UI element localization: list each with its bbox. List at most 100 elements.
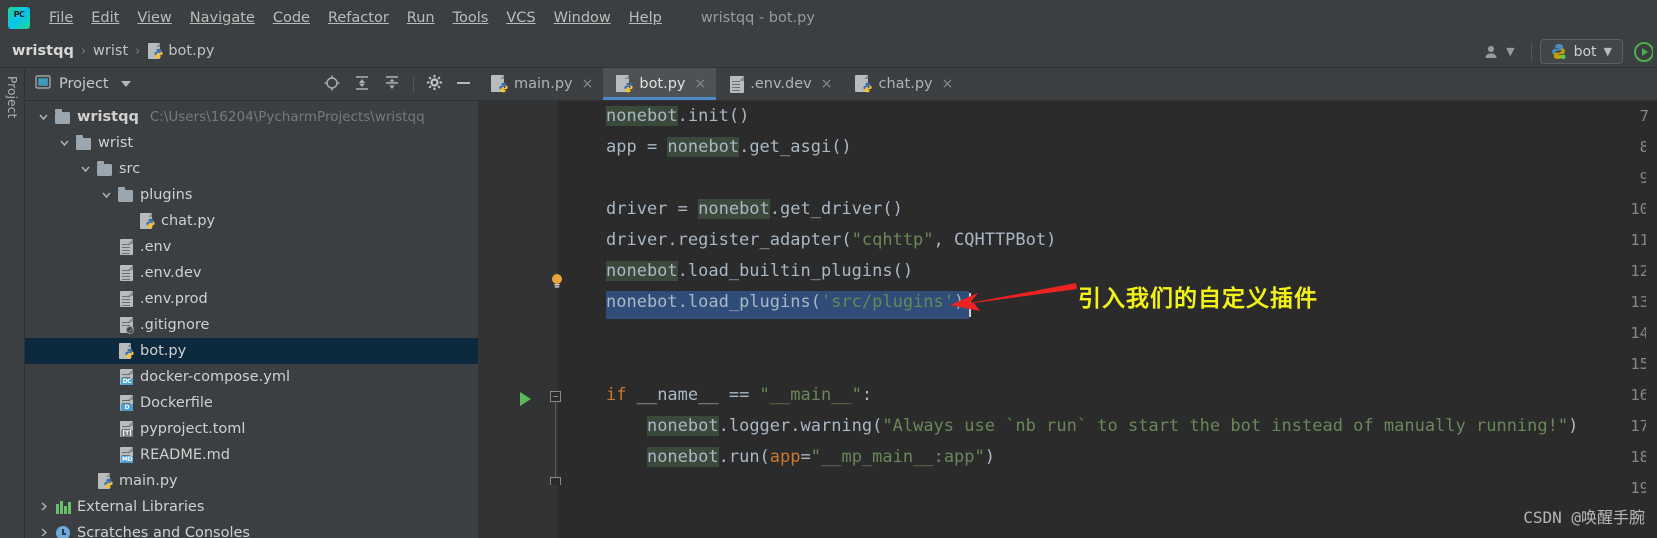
python-snake-glyph — [154, 48, 163, 59]
menu-item-help[interactable]: Help — [620, 7, 671, 29]
editor-tab-main-py[interactable]: main.py × — [478, 68, 603, 100]
menu-item-run[interactable]: Run — [398, 7, 444, 29]
editor-tab-close-icon[interactable]: × — [695, 77, 707, 91]
code-token-loggerwarning-l17: .logger.warning( — [718, 416, 883, 436]
code-token-main-string-l16: "__main__" — [759, 385, 862, 405]
code-token-equals-l18: = — [800, 447, 811, 467]
tree-item-scratches-and-consoles[interactable]: Scratches and Consoles — [25, 520, 478, 538]
tree-item-pyproject-toml[interactable]: [T] pyproject.toml — [25, 416, 478, 442]
locate-file-icon[interactable] — [323, 74, 341, 96]
pycharm-logo-icon — [8, 6, 30, 29]
python-file-icon — [139, 213, 156, 230]
code-token-loadbuiltin-l12: .load_builtin_plugins() — [677, 261, 914, 281]
code-line-13[interactable]: nonebot.load_plugins('src/plugins') — [606, 287, 964, 318]
tree-item-env[interactable]: .env — [25, 234, 478, 260]
code-line-12[interactable]: nonebot.load_builtin_plugins() — [606, 256, 913, 287]
menu-item-code[interactable]: Code — [264, 7, 319, 29]
tree-item-label: .gitignore — [140, 317, 210, 333]
menu-item-edit[interactable]: Edit — [82, 7, 128, 29]
run-button[interactable] — [1631, 41, 1654, 63]
editor-tab-env-dev[interactable]: .env.dev × — [716, 68, 842, 100]
code-line-7[interactable]: nonebot.init() — [606, 101, 749, 132]
tree-item-main-py[interactable]: main.py — [25, 468, 478, 494]
code-line-10[interactable]: driver = nonebot.get_driver() — [606, 194, 903, 225]
menu-navigate-label: Navigate — [189, 9, 255, 26]
folder-icon — [118, 187, 135, 204]
menu-item-tools[interactable]: Tools — [444, 7, 498, 29]
user-account-button[interactable]: ▼ — [1476, 41, 1522, 63]
editor-tab-bot-py[interactable]: bot.py × — [603, 68, 717, 100]
code-line-17[interactable]: nonebot.logger.warning("Always use `nb r… — [606, 411, 1578, 442]
tree-item-bot-py[interactable]: bot.py — [25, 338, 478, 364]
python-file-icon — [615, 75, 633, 93]
tree-item-wrist[interactable]: wrist — [25, 130, 478, 156]
user-caret-icon: ▼ — [1506, 45, 1515, 58]
badged-file-icon: D — [118, 395, 135, 412]
tree-item-readme-md[interactable]: MD README.md — [25, 442, 478, 468]
tree-item-docker-compose-yml[interactable]: DC docker-compose.yml — [25, 364, 478, 390]
tree-chevron-icon[interactable] — [77, 163, 93, 176]
navbar-right-controls: ▼ bot ▼ — [1476, 35, 1657, 68]
breadcrumb-wristqq[interactable]: wristqq — [12, 43, 74, 59]
code-line-16[interactable]: if __name__ == "__main__": — [606, 380, 872, 411]
editor-tab-close-icon[interactable]: × — [582, 77, 594, 91]
tree-item-env-prod[interactable]: .env.prod — [25, 286, 478, 312]
tree-item-dockerfile[interactable]: D Dockerfile — [25, 390, 478, 416]
tree-item-label: pyproject.toml — [140, 421, 246, 437]
expand-all-icon[interactable] — [353, 74, 371, 96]
run-gutter-arrow-icon[interactable] — [520, 392, 531, 406]
menu-item-navigate[interactable]: Navigate — [181, 7, 264, 29]
settings-gear-icon[interactable] — [426, 74, 443, 95]
breadcrumb-botpy[interactable]: bot.py — [147, 43, 215, 59]
collapse-all-icon[interactable] — [383, 74, 401, 96]
editor-tab-close-icon[interactable]: × — [942, 77, 954, 91]
toolbar-divider — [413, 76, 414, 93]
code-line-18[interactable]: nonebot.run(app="__mp_main__:app") — [606, 442, 995, 473]
editor-vertical-scrollbar[interactable] — [1646, 134, 1657, 538]
breadcrumb-wrist[interactable]: wrist — [93, 43, 128, 59]
code-token-getdriver-l10: .get_driver() — [769, 199, 903, 219]
menu-item-vcs[interactable]: VCS — [497, 7, 544, 29]
editor-tab-close-icon[interactable]: × — [821, 77, 833, 91]
menu-item-view[interactable]: View — [128, 7, 180, 29]
tree-item-label: README.md — [140, 447, 230, 463]
tree-chevron-icon[interactable] — [56, 137, 72, 150]
tree-item-plugins[interactable]: plugins — [25, 182, 478, 208]
menu-item-window[interactable]: Window — [545, 7, 620, 29]
code-token-loadplugins-l13: .load_plugins( — [677, 292, 821, 312]
navigation-bar: wristqq › wrist › bot.py ▼ bot ▼ — [0, 35, 1657, 68]
tree-item-label: plugins — [140, 187, 193, 203]
tree-item-env-dev[interactable]: .env.dev — [25, 260, 478, 286]
code-token-app-l8: app = — [606, 137, 668, 157]
menu-code-label: Code — [272, 9, 310, 26]
code-token-cqhttpbot-l11: , CQHTTPBot) — [933, 230, 1057, 250]
code-token-closeparen-l17: ) — [1568, 416, 1579, 436]
tree-item-gitignore[interactable]: .gitignore — [25, 312, 478, 338]
tree-chevron-icon[interactable] — [35, 501, 51, 514]
run-play-icon — [1634, 41, 1654, 62]
tree-item-chat-py[interactable]: chat.py — [25, 208, 478, 234]
run-configuration-selector[interactable]: bot ▼ — [1539, 39, 1623, 64]
tree-item-wristqq[interactable]: wristqq C:\Users\16204\PycharmProjects\wr… — [25, 104, 478, 130]
editor-tab-chat-py[interactable]: chat.py × — [842, 68, 963, 100]
code-fold-toggle[interactable] — [550, 391, 561, 402]
tool-strip-project-button[interactable]: Project — [5, 76, 19, 118]
hide-panel-icon[interactable] — [455, 74, 472, 95]
minimize-glyph — [457, 82, 470, 84]
tree-chevron-icon[interactable] — [35, 527, 51, 538]
code-line-11[interactable]: driver.register_adapter("cqhttp", CQHTTP… — [606, 225, 1056, 256]
intention-bulb-icon[interactable] — [550, 273, 563, 289]
code-line-8[interactable]: app = nonebot.get_asgi() — [606, 132, 852, 163]
code-editor[interactable]: 7 8 9 10 11 12 13 14 15 16 17 18 19 none… — [478, 101, 1657, 538]
tree-item-src[interactable]: src — [25, 156, 478, 182]
menu-item-file[interactable]: File — [40, 7, 82, 29]
menu-item-refactor[interactable]: Refactor — [319, 7, 398, 29]
project-file-tree[interactable]: wristqq C:\Users\16204\PycharmProjects\wr… — [25, 101, 478, 538]
tree-item-label: .env — [140, 239, 172, 255]
folder-icon — [76, 135, 93, 152]
tree-chevron-icon[interactable] — [35, 111, 51, 124]
project-panel-caret-icon[interactable] — [120, 81, 131, 87]
tree-item-external-libraries[interactable]: External Libraries — [25, 494, 478, 520]
editor-tab-label: .env.dev — [750, 76, 812, 92]
tree-chevron-icon[interactable] — [98, 189, 114, 202]
